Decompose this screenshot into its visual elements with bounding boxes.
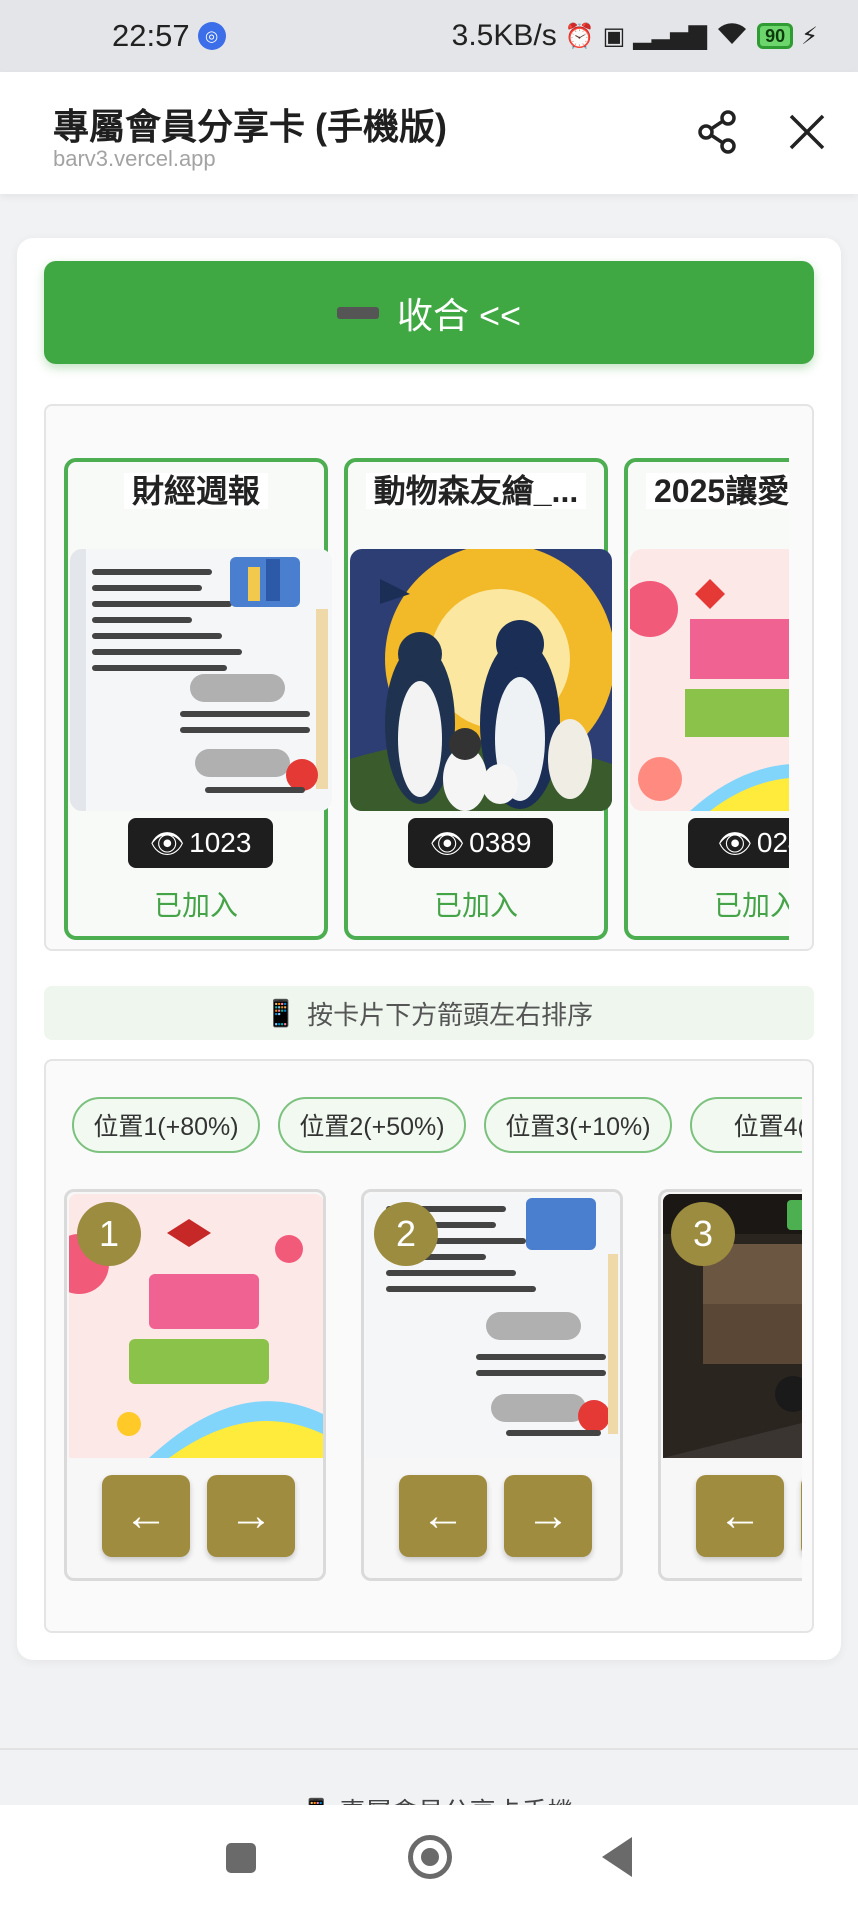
eye-icon: 👁 bbox=[429, 827, 466, 859]
move-left-button[interactable]: ← bbox=[399, 1475, 487, 1557]
app-bar: 專屬會員分享卡 (手機版) barv3.vercel.app bbox=[0, 72, 858, 194]
charging-icon: ⚡ bbox=[801, 22, 818, 50]
finance-thumbnail bbox=[70, 549, 332, 811]
position-number-badge: 2 bbox=[374, 1202, 438, 1266]
sort-card-3: 3 ← → bbox=[658, 1189, 802, 1581]
hint-text: 按卡片下方箭頭左右排序 bbox=[307, 999, 594, 1030]
position-number-badge: 1 bbox=[77, 1202, 141, 1266]
clock: 22:57 bbox=[112, 18, 190, 53]
collapse-button[interactable]: 收合 << bbox=[44, 261, 814, 364]
wifi-icon bbox=[715, 20, 749, 53]
eye-icon: 👁 bbox=[717, 827, 753, 859]
card-title: 2025讓愛 bbox=[628, 466, 789, 512]
move-right-button[interactable]: → bbox=[207, 1475, 295, 1557]
share-button[interactable] bbox=[694, 108, 742, 156]
page-url: barv3.vercel.app bbox=[53, 146, 216, 171]
move-right-button[interactable]: → bbox=[504, 1475, 592, 1557]
home-button[interactable] bbox=[408, 1835, 452, 1879]
position-row: 位置1(+80%) 位置2(+50%) 位置3(+10%) 位置4(+1 bbox=[72, 1097, 802, 1157]
view-count-badge: 👁 0389 bbox=[408, 818, 553, 868]
card-title: 動物森友繪_... bbox=[348, 466, 604, 512]
page-title: 專屬會員分享卡 (手機版) bbox=[53, 106, 447, 147]
position-pill-1: 位置1(+80%) bbox=[72, 1097, 260, 1153]
status-icons: 3.5KB/s ⏰ ▣ ▂▃▅▇ 90 ⚡ bbox=[452, 19, 818, 53]
volte-icon: ▣ bbox=[602, 22, 626, 50]
signal-icon: ▂▃▅▇ bbox=[633, 22, 708, 50]
sort-card-2: 2 ← → bbox=[361, 1189, 623, 1581]
footer-divider bbox=[0, 1748, 858, 1750]
arrow-left-icon: ← bbox=[718, 1491, 762, 1540]
card-finance-weekly[interactable]: 財經週報 👁 1023 已加入 bbox=[64, 458, 332, 940]
back-button[interactable] bbox=[602, 1837, 632, 1877]
minus-icon bbox=[336, 306, 379, 319]
position-pill-2: 位置2(+50%) bbox=[278, 1097, 466, 1153]
arrow-left-icon: ← bbox=[421, 1491, 465, 1540]
position-number-badge: 3 bbox=[671, 1202, 735, 1266]
sort-hint: 📱 按卡片下方箭頭左右排序 bbox=[44, 986, 814, 1040]
arrow-right-icon: → bbox=[526, 1491, 570, 1540]
card-title: 財經週報 bbox=[68, 466, 324, 512]
sort-card-1: 1 ← → bbox=[64, 1189, 326, 1581]
battery-icon: 90 bbox=[757, 23, 794, 49]
arrow-right-icon: → bbox=[229, 1491, 273, 1540]
move-left-button[interactable]: ← bbox=[102, 1475, 190, 1557]
vpn-icon: ◎ bbox=[197, 22, 226, 50]
joined-status[interactable]: 已加入 bbox=[348, 884, 604, 924]
network-speed: 3.5KB/s bbox=[451, 19, 557, 52]
joined-status[interactable]: 已加入 bbox=[628, 884, 789, 924]
selected-cards-box: 財經週報 👁 1023 已加入 動物森友繪_... 👁 0389 已加入 202… bbox=[44, 404, 814, 951]
alarm-icon: ⏰ bbox=[564, 22, 595, 50]
sort-carousel[interactable]: 1 ← → 2 ← → 3 ← bbox=[64, 1189, 802, 1584]
view-count-badge: 👁 1023 bbox=[128, 818, 273, 868]
love-thumbnail bbox=[630, 549, 789, 811]
move-left-button[interactable]: ← bbox=[696, 1475, 784, 1557]
card-animal-crossing[interactable]: 動物森友繪_... 👁 0389 已加入 bbox=[344, 458, 612, 940]
sort-box: 位置1(+80%) 位置2(+50%) 位置3(+10%) 位置4(+1 1 bbox=[44, 1059, 814, 1633]
battery-level: 90 bbox=[765, 25, 786, 46]
position-pill-3: 位置3(+10%) bbox=[484, 1097, 672, 1153]
close-icon bbox=[789, 114, 825, 150]
arrow-left-icon: ← bbox=[124, 1491, 168, 1540]
card-2025-love[interactable]: 2025讓愛 👁024 已加入 bbox=[624, 458, 789, 940]
joined-status[interactable]: 已加入 bbox=[68, 884, 324, 924]
move-right-button[interactable]: → bbox=[801, 1475, 802, 1557]
animal-thumbnail bbox=[350, 549, 612, 811]
recents-button[interactable] bbox=[226, 1843, 256, 1873]
eye-icon: 👁 bbox=[149, 827, 186, 859]
close-button[interactable] bbox=[783, 108, 831, 156]
status-bar: 22:57 ◎ 3.5KB/s ⏰ ▣ ▂▃▅▇ 90 ⚡ bbox=[0, 0, 858, 72]
cards-carousel[interactable]: 財經週報 👁 1023 已加入 動物森友繪_... 👁 0389 已加入 202… bbox=[64, 458, 789, 948]
share-icon bbox=[698, 110, 736, 154]
view-count-badge: 👁024 bbox=[688, 818, 789, 868]
collapse-label: 收合 << bbox=[396, 294, 522, 336]
position-pill-4: 位置4(+1 bbox=[690, 1097, 802, 1153]
phone-icon: 📱 bbox=[264, 997, 298, 1028]
